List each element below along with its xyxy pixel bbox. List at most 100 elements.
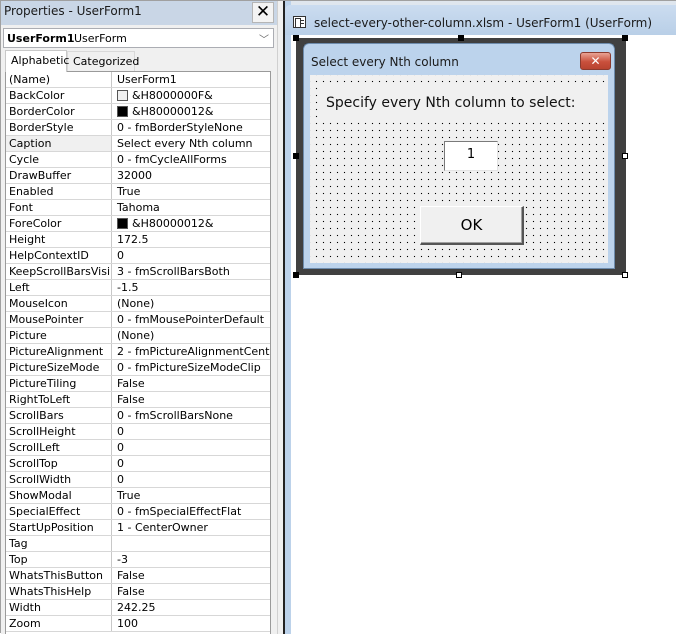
property-value[interactable]: 0	[113, 248, 270, 263]
property-row[interactable]: ShowModal True	[6, 488, 270, 504]
property-name[interactable]: BorderColor	[6, 104, 112, 119]
property-value[interactable]: 3 - fmScrollBarsBoth	[113, 264, 270, 279]
property-value[interactable]: 100	[113, 616, 270, 631]
property-row[interactable]: ScrollWidth 0	[6, 472, 270, 488]
property-value[interactable]: 1 - CenterOwner	[113, 520, 270, 535]
property-name[interactable]: MouseIcon	[6, 296, 112, 311]
property-value[interactable]: &H8000000F&	[113, 88, 270, 103]
property-value[interactable]: 242.25	[113, 600, 270, 615]
property-value[interactable]	[113, 536, 270, 551]
property-name[interactable]: Zoom	[6, 616, 112, 631]
property-name[interactable]: KeepScrollBarsVisible	[6, 264, 112, 279]
property-name[interactable]: DrawBuffer	[6, 168, 112, 183]
property-value[interactable]: 172.5	[113, 232, 270, 247]
property-row[interactable]: Top -3	[6, 552, 270, 568]
userform-close-button[interactable]: ✕	[580, 52, 611, 70]
property-value[interactable]: 0 - fmSpecialEffectFlat	[113, 504, 270, 519]
nth-column-textbox[interactable]: 1	[444, 141, 498, 171]
property-row[interactable]: Tag	[6, 536, 270, 552]
property-row[interactable]: BorderColor &H80000012&	[6, 104, 270, 120]
property-value[interactable]: 0 - fmCycleAllForms	[113, 152, 270, 167]
property-row[interactable]: Font Tahoma	[6, 200, 270, 216]
property-row[interactable]: SpecialEffect 0 - fmSpecialEffectFlat	[6, 504, 270, 520]
property-name[interactable]: ShowModal	[6, 488, 112, 503]
property-value[interactable]: 0 - fmScrollBarsNone	[113, 408, 270, 423]
property-row[interactable]: Picture (None)	[6, 328, 270, 344]
property-row[interactable]: WhatsThisHelp False	[6, 584, 270, 600]
property-value[interactable]: 0	[113, 456, 270, 471]
property-value[interactable]: UserForm1	[113, 72, 270, 87]
property-name[interactable]: (Name)	[6, 72, 112, 87]
property-value[interactable]: 0	[113, 472, 270, 487]
resize-handle-right[interactable]	[622, 153, 628, 159]
property-row[interactable]: DrawBuffer 32000	[6, 168, 270, 184]
property-value[interactable]: 0 - fmPictureSizeModeClip	[113, 360, 270, 375]
property-row[interactable]: Height 172.5	[6, 232, 270, 248]
property-row[interactable]: HelpContextID 0	[6, 248, 270, 264]
property-value[interactable]: 32000	[113, 168, 270, 183]
property-name[interactable]: Top	[6, 552, 112, 567]
instruction-label[interactable]: Specify every Nth column to select:	[320, 85, 607, 121]
property-name[interactable]: ScrollHeight	[6, 424, 112, 439]
property-name[interactable]: Font	[6, 200, 112, 215]
property-row[interactable]: ScrollBars 0 - fmScrollBarsNone	[6, 408, 270, 424]
property-row[interactable]: BorderStyle 0 - fmBorderStyleNone	[6, 120, 270, 136]
property-name[interactable]: StartUpPosition	[6, 520, 112, 535]
property-value[interactable]: False	[113, 392, 270, 407]
property-row[interactable]: PictureTiling False	[6, 376, 270, 392]
property-name[interactable]: WhatsThisButton	[6, 568, 112, 583]
property-name[interactable]: Left	[6, 280, 112, 295]
property-row[interactable]: Caption Select every Nth column	[6, 136, 270, 152]
property-row[interactable]: StartUpPosition 1 - CenterOwner	[6, 520, 270, 536]
property-name[interactable]: Caption	[6, 136, 112, 151]
resize-handle-bottom[interactable]	[456, 272, 462, 278]
property-row[interactable]: MouseIcon (None)	[6, 296, 270, 312]
ok-button[interactable]: OK	[420, 206, 524, 245]
property-row[interactable]: Zoom 100	[6, 616, 270, 632]
property-row[interactable]: ScrollHeight 0	[6, 424, 270, 440]
property-name[interactable]: Width	[6, 600, 112, 615]
property-row[interactable]: KeepScrollBarsVisible3 - fmScrollBarsBot…	[6, 264, 270, 280]
property-row[interactable]: WhatsThisButton False	[6, 568, 270, 584]
property-value[interactable]: True	[113, 488, 270, 503]
userform[interactable]: Select every Nth column ✕ Specify every …	[303, 43, 615, 269]
property-value[interactable]: &H80000012&	[113, 216, 270, 231]
property-row[interactable]: ScrollLeft 0	[6, 440, 270, 456]
property-value[interactable]: Select every Nth column	[113, 136, 270, 151]
property-name[interactable]: Enabled	[6, 184, 112, 199]
property-name[interactable]: Picture	[6, 328, 112, 343]
property-name[interactable]: ScrollWidth	[6, 472, 112, 487]
property-row[interactable]: Width 242.25	[6, 600, 270, 616]
property-name[interactable]: ScrollLeft	[6, 440, 112, 455]
property-name[interactable]: Height	[6, 232, 112, 247]
property-value[interactable]: -3	[113, 552, 270, 567]
property-name[interactable]: ScrollBars	[6, 408, 112, 423]
property-name[interactable]: BackColor	[6, 88, 112, 103]
property-row[interactable]: (Name) UserForm1	[6, 72, 270, 88]
properties-close-button[interactable]: ✕	[252, 2, 274, 23]
property-name[interactable]: HelpContextID	[6, 248, 112, 263]
property-name[interactable]: PictureAlignment	[6, 344, 112, 359]
property-name[interactable]: SpecialEffect	[6, 504, 112, 519]
property-value[interactable]: 0 - fmBorderStyleNone	[113, 120, 270, 135]
object-selector-dropdown[interactable]: UserForm1 UserForm ﹀	[3, 28, 274, 48]
property-value[interactable]: True	[113, 184, 270, 199]
property-value[interactable]: False	[113, 568, 270, 583]
property-value[interactable]: -1.5	[113, 280, 270, 295]
property-name[interactable]: PictureSizeMode	[6, 360, 112, 375]
property-row[interactable]: Left -1.5	[6, 280, 270, 296]
property-row[interactable]: PictureAlignment 2 - fmPictureAlignmentCe…	[6, 344, 270, 360]
property-row[interactable]: ScrollTop 0	[6, 456, 270, 472]
property-name[interactable]: ForeColor	[6, 216, 112, 231]
property-name[interactable]: Tag	[6, 536, 112, 551]
property-value[interactable]: (None)	[113, 328, 270, 343]
property-row[interactable]: Cycle 0 - fmCycleAllForms	[6, 152, 270, 168]
property-name[interactable]: Cycle	[6, 152, 112, 167]
property-value[interactable]: False	[113, 376, 270, 391]
property-value[interactable]: &H80000012&	[113, 104, 270, 119]
property-name[interactable]: ScrollTop	[6, 456, 112, 471]
property-value[interactable]: 2 - fmPictureAlignmentCenter	[113, 344, 270, 359]
property-value[interactable]: 0	[113, 440, 270, 455]
property-value[interactable]: Tahoma	[113, 200, 270, 215]
property-name[interactable]: WhatsThisHelp	[6, 584, 112, 599]
